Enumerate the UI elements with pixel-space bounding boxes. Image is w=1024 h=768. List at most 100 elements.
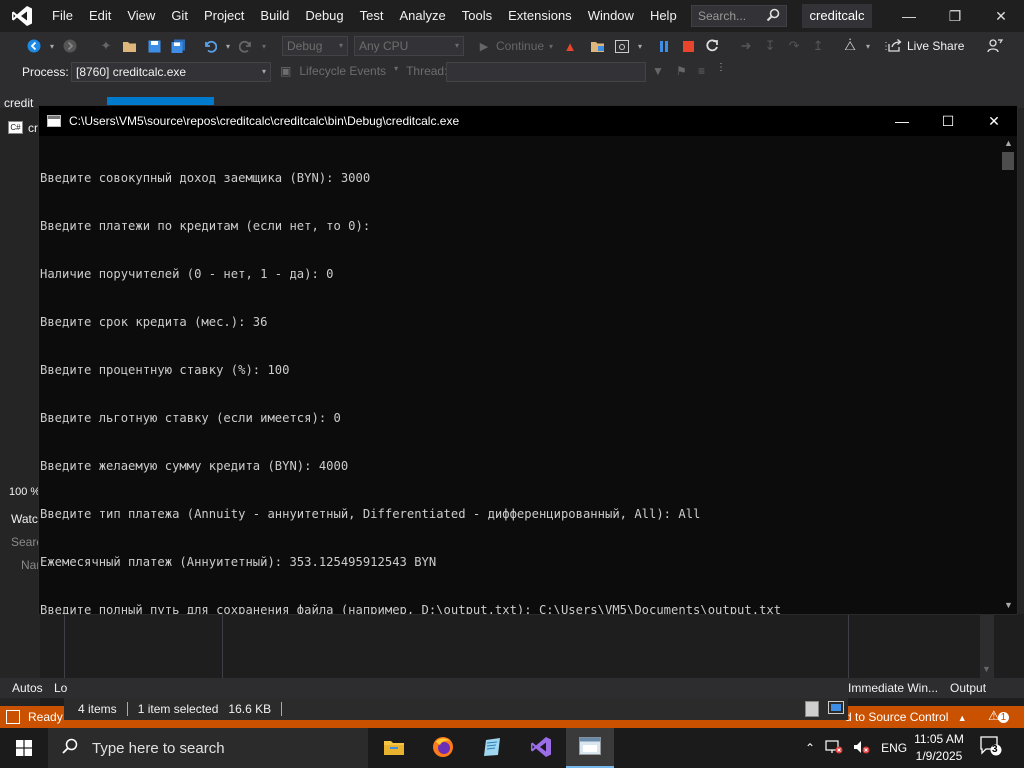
continue-play-icon[interactable]: ▶ xyxy=(474,36,494,56)
vs-search-box[interactable]: Search... xyxy=(691,5,787,27)
vs-minimize-icon[interactable]: — xyxy=(886,0,932,32)
browse-folder-icon[interactable] xyxy=(588,36,608,56)
taskbar-search-box[interactable]: Type here to search xyxy=(48,728,368,768)
hot-reload-flame-icon[interactable]: ▲ xyxy=(560,36,580,56)
add-to-source-control-button[interactable]: d to Source Control ▲ xyxy=(845,710,967,724)
console-line: Введите желаемую сумму кредита (BYN): 40… xyxy=(40,459,349,473)
console-minimize-icon[interactable]: — xyxy=(879,106,925,136)
vs-restore-icon[interactable]: ❐ xyxy=(932,0,978,32)
console-close-icon[interactable]: ✕ xyxy=(971,106,1017,136)
restart-icon[interactable] xyxy=(702,36,722,56)
menu-analyze[interactable]: Analyze xyxy=(391,0,453,32)
dropdown-arrow-icon[interactable]: ▾ xyxy=(546,36,556,56)
menu-git[interactable]: Git xyxy=(163,0,196,32)
details-view-icon[interactable] xyxy=(804,701,819,717)
vs-close-icon[interactable]: ✕ xyxy=(978,0,1024,32)
selected-size: 16.6 KB xyxy=(228,702,272,716)
menu-tools[interactable]: Tools xyxy=(454,0,500,32)
code-map-icon[interactable]: ⧊ xyxy=(840,36,860,56)
console-output[interactable]: Введите совокупный доход заемщика (BYN):… xyxy=(39,136,999,614)
menu-debug[interactable]: Debug xyxy=(297,0,351,32)
filter-icon[interactable]: ▼ xyxy=(652,64,664,78)
taskbar-notepad[interactable] xyxy=(468,728,516,768)
new-item-icon[interactable]: ✦ xyxy=(96,36,116,56)
save-all-icon[interactable] xyxy=(168,36,188,56)
taskbar-firefox[interactable] xyxy=(419,728,467,768)
menu-view[interactable]: View xyxy=(119,0,163,32)
tab-autos[interactable]: Autos xyxy=(12,681,43,695)
console-scroll-thumb[interactable] xyxy=(1002,152,1014,170)
chevron-up-icon[interactable]: ⌃ xyxy=(805,741,815,755)
diagnostic-window-icon[interactable] xyxy=(612,36,632,56)
menu-project[interactable]: Project xyxy=(196,0,252,32)
taskbar-clock[interactable]: 11:05 AM 1/9/2025 xyxy=(905,731,973,765)
navigate-back-icon[interactable] xyxy=(24,36,44,56)
taskbar-visual-studio[interactable] xyxy=(517,728,565,768)
process-select[interactable]: [8760] creditcalc.exe ▾ xyxy=(71,62,271,82)
step-over-icon[interactable]: ↷ xyxy=(784,36,804,56)
menu-edit[interactable]: Edit xyxy=(81,0,119,32)
console-vertical-scrollbar[interactable]: ▲ ▼ xyxy=(999,136,1017,614)
menu-build[interactable]: Build xyxy=(252,0,297,32)
taskbar-file-explorer[interactable] xyxy=(370,728,418,768)
network-icon[interactable] xyxy=(825,739,843,757)
feedback-person-icon[interactable] xyxy=(987,38,1004,57)
menu-help[interactable]: Help xyxy=(642,0,685,32)
scroll-down-icon[interactable]: ▼ xyxy=(982,664,991,674)
input-language[interactable]: ENG xyxy=(881,741,907,755)
dropdown-arrow-icon[interactable]: ▾ xyxy=(260,36,268,56)
taskbar-search-placeholder: Type here to search xyxy=(92,739,225,757)
lifecycle-events-select[interactable]: ▣ Lifecycle Events ▾ Thread: xyxy=(280,64,447,78)
lifecycle-events-label: Lifecycle Events xyxy=(299,64,387,78)
step-out-icon[interactable]: ↥ xyxy=(808,36,828,56)
project-item-label[interactable]: cr xyxy=(28,121,38,135)
csharp-project-icon: C# xyxy=(8,121,23,134)
dropdown-arrow-icon[interactable]: ▾ xyxy=(48,36,56,56)
notifications-bell-icon[interactable]: ⚠1 xyxy=(988,708,1010,724)
dropdown-arrow-icon[interactable]: ▾ xyxy=(636,36,644,56)
continue-button-label[interactable]: Continue xyxy=(496,39,544,53)
tab-immediate-window[interactable]: Immediate Win... xyxy=(848,681,938,695)
visual-studio-logo-icon[interactable] xyxy=(0,0,44,32)
zoom-level[interactable]: 100 % xyxy=(9,486,40,498)
undo-icon[interactable] xyxy=(200,36,220,56)
solution-configuration-select[interactable]: Debug ▾ xyxy=(282,36,348,56)
stack-frame-icon[interactable]: ≡ xyxy=(698,64,705,78)
console-window[interactable]: C:\Users\VM5\source\repos\creditcalc\cre… xyxy=(38,105,1018,615)
step-into-icon[interactable]: ↧ xyxy=(760,36,780,56)
menu-file[interactable]: File xyxy=(44,0,81,32)
console-title-bar[interactable]: C:\Users\VM5\source\repos\creditcalc\cre… xyxy=(39,106,1017,136)
scroll-down-icon[interactable]: ▼ xyxy=(1004,600,1013,610)
action-center-icon[interactable]: 3 xyxy=(980,736,1002,759)
navigate-forward-icon[interactable] xyxy=(60,36,80,56)
dropdown-arrow-icon[interactable]: ▾ xyxy=(864,36,872,56)
menu-extensions[interactable]: Extensions xyxy=(500,0,580,32)
thread-select[interactable] xyxy=(446,62,646,82)
live-share-button[interactable]: Live Share xyxy=(888,32,964,60)
speaker-muted-icon[interactable] xyxy=(853,740,871,757)
save-icon[interactable] xyxy=(144,36,164,56)
folder-icon xyxy=(383,738,405,759)
console-line: Введите процентную ставку (%): 100 xyxy=(40,363,290,377)
windows-start-icon[interactable] xyxy=(0,728,48,768)
tab-locals[interactable]: Lo xyxy=(54,681,67,695)
dropdown-arrow-icon[interactable]: ▾ xyxy=(224,36,232,56)
large-icons-view-icon[interactable] xyxy=(827,701,844,717)
tab-output[interactable]: Output xyxy=(950,681,986,695)
flag-thread-icon[interactable]: ⚑ xyxy=(676,64,687,78)
open-folder-icon[interactable] xyxy=(120,36,140,56)
redo-icon[interactable] xyxy=(236,36,256,56)
show-next-statement-icon[interactable]: ➜ xyxy=(736,36,756,56)
pause-icon[interactable] xyxy=(654,36,674,56)
toolbar-options-icon[interactable]: ⋮ xyxy=(716,62,726,73)
menu-window[interactable]: Window xyxy=(580,0,642,32)
taskbar-console-app[interactable] xyxy=(566,728,614,768)
stop-icon[interactable] xyxy=(678,36,698,56)
console-line: Ежемесячный платеж (Аннуитетный): 353.12… xyxy=(40,555,437,569)
scroll-up-icon[interactable]: ▲ xyxy=(1004,138,1013,148)
console-maximize-icon[interactable]: ☐ xyxy=(925,106,971,136)
solution-name-badge[interactable]: creditcalc xyxy=(802,4,872,28)
watch-panel-title[interactable]: Watc xyxy=(11,512,38,526)
menu-test[interactable]: Test xyxy=(352,0,392,32)
solution-platform-select[interactable]: Any CPU ▾ xyxy=(354,36,464,56)
